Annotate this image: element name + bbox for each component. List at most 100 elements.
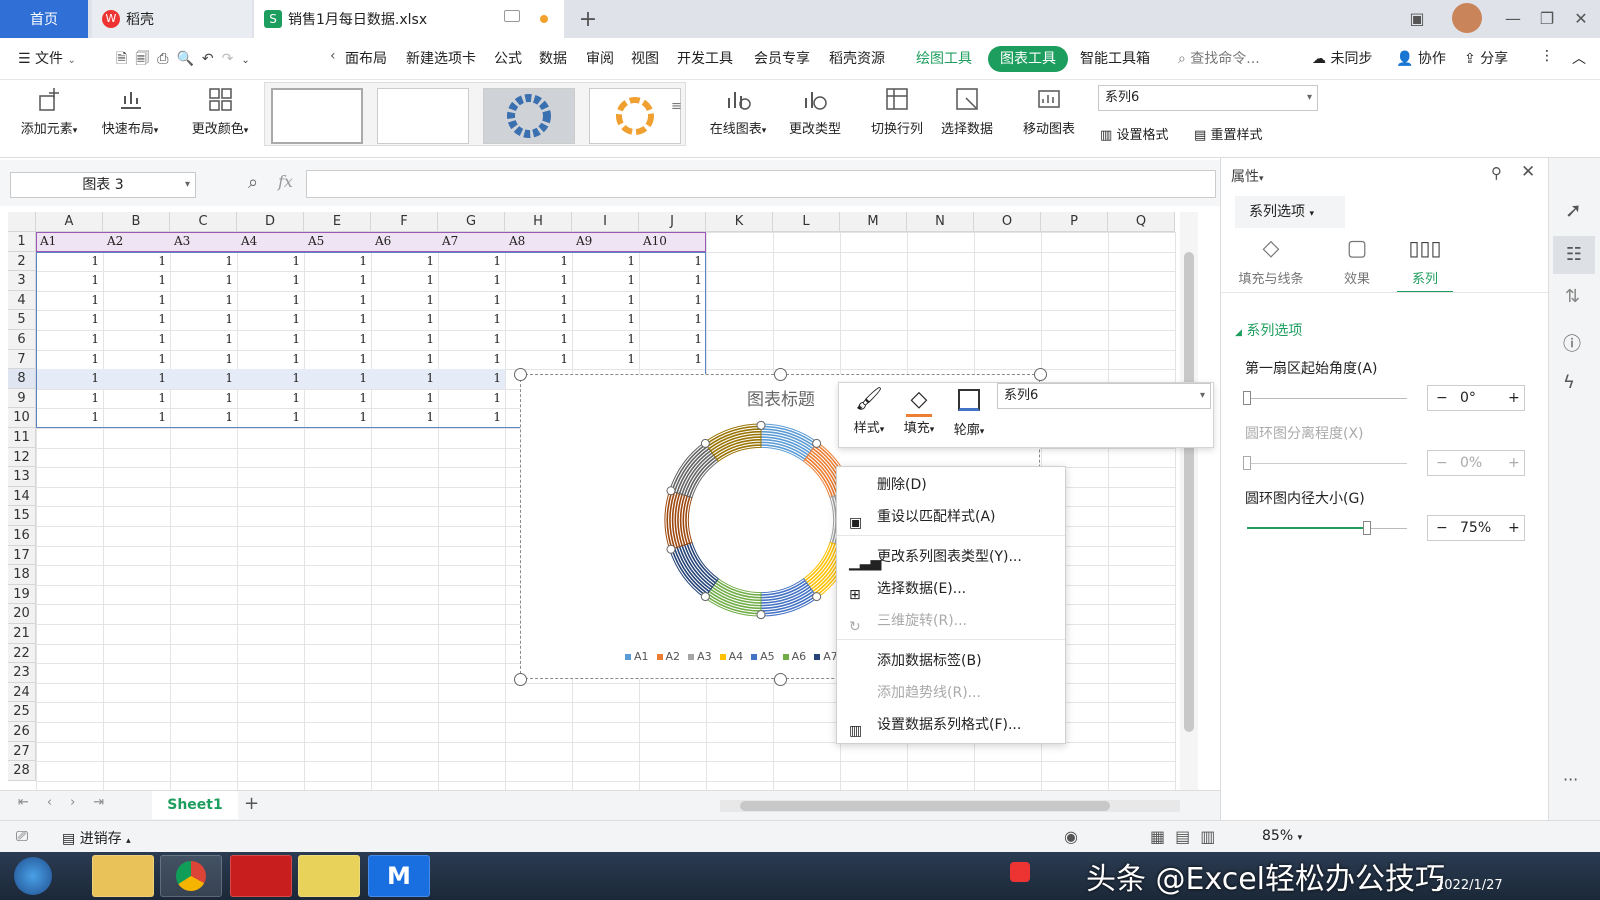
row-header-27[interactable]: 27: [8, 741, 36, 762]
series-selection-handle[interactable]: [666, 486, 676, 496]
row-header-24[interactable]: 24: [8, 682, 36, 703]
row-header-10[interactable]: 10: [8, 408, 36, 428]
column-header-Q[interactable]: Q: [1108, 212, 1175, 232]
move-chart-button[interactable]: 移动图表: [1016, 84, 1082, 137]
legend-item[interactable]: A5: [751, 650, 775, 663]
taskbar-explorer[interactable]: [92, 855, 154, 897]
row-header-13[interactable]: 13: [8, 467, 36, 487]
menu-item-page-layout[interactable]: 面布局: [345, 48, 387, 68]
doughnut-plot[interactable]: [661, 420, 861, 620]
series-options-section[interactable]: ◢ 系列选项: [1235, 320, 1302, 340]
tab-file[interactable]: S 销售1月每日数据.xlsx: [254, 0, 564, 38]
menu-item-smart-tools[interactable]: 智能工具箱: [1080, 48, 1150, 68]
row-header-19[interactable]: 19: [8, 584, 36, 605]
column-header-B[interactable]: B: [103, 212, 170, 232]
column-header-K[interactable]: K: [706, 212, 773, 232]
row-header-11[interactable]: 11: [8, 428, 36, 448]
search-command[interactable]: ⌕ 查找命令...: [1178, 48, 1260, 68]
online-chart-button[interactable]: 在线图表▾: [702, 84, 774, 137]
tab-daoke[interactable]: W 稻壳: [92, 0, 252, 38]
vertical-scroll-thumb[interactable]: [1184, 252, 1194, 732]
taskbar-date[interactable]: 2022/1/27: [1436, 878, 1503, 893]
series-selection-handle[interactable]: [756, 610, 766, 620]
column-header-C[interactable]: C: [170, 212, 237, 232]
select-cursor-icon[interactable]: ➚: [1565, 198, 1582, 222]
row-header-22[interactable]: 22: [8, 643, 36, 664]
sync-button[interactable]: ☁ 未同步: [1312, 48, 1372, 68]
chart-style-2[interactable]: [377, 88, 469, 144]
row-header-9[interactable]: 9: [8, 388, 36, 409]
menu-item-data[interactable]: 数据: [539, 48, 567, 68]
save-icon[interactable]: 🗎: [116, 51, 135, 67]
row-header-17[interactable]: 17: [8, 545, 36, 566]
share-button[interactable]: ⇪ 分享: [1464, 48, 1508, 68]
restore-icon[interactable]: ❐: [1532, 6, 1562, 32]
row-header-3[interactable]: 3: [8, 271, 36, 291]
row-header-25[interactable]: 25: [8, 702, 36, 722]
more-dots-icon[interactable]: ···: [1563, 770, 1578, 789]
start-button[interactable]: [14, 857, 52, 895]
print-icon[interactable]: ⎙: [157, 51, 176, 67]
increment-icon[interactable]: +: [1508, 386, 1520, 410]
close-icon[interactable]: ✕: [1521, 162, 1535, 182]
resize-handle-s[interactable]: [774, 673, 787, 686]
chart-style-4[interactable]: [589, 88, 681, 144]
reset-style-button[interactable]: ▤ 重置样式: [1194, 124, 1262, 143]
menu-item-chart-tools[interactable]: 图表工具: [988, 46, 1068, 72]
chart-style-3[interactable]: [483, 88, 575, 144]
export-icon[interactable]: 🗐: [135, 51, 157, 67]
column-header-H[interactable]: H: [505, 212, 572, 232]
vertical-scrollbar[interactable]: [1180, 212, 1198, 790]
series-selection-handle[interactable]: [666, 544, 676, 554]
menu-item-member[interactable]: 会员专享: [754, 48, 810, 68]
first-angle-value[interactable]: 0°: [1460, 386, 1476, 410]
legend-item[interactable]: A1: [625, 650, 649, 663]
decrement-icon[interactable]: −: [1436, 386, 1448, 410]
tab-fill-line[interactable]: ◇ 填充与线条: [1233, 236, 1309, 287]
series-selection-handle[interactable]: [700, 592, 710, 602]
close-icon[interactable]: ✕: [1566, 6, 1596, 32]
row-header-20[interactable]: 20: [8, 604, 36, 624]
decrement-icon[interactable]: −: [1436, 516, 1448, 540]
ctx-add-labels[interactable]: 添加数据标签(B): [837, 647, 1065, 675]
scroll-left-icon[interactable]: ‹: [330, 48, 336, 64]
horizontal-scroll-thumb[interactable]: [740, 801, 1110, 811]
column-header-N[interactable]: N: [907, 212, 974, 232]
horizontal-scrollbar[interactable]: [720, 800, 1180, 812]
zoom-level[interactable]: 85% ▾: [1262, 828, 1302, 844]
tray-wps-icon[interactable]: [1010, 862, 1030, 882]
gallery-more-icon[interactable]: ≡: [671, 99, 682, 114]
new-tab-button[interactable]: +: [572, 0, 604, 38]
legend-item[interactable]: A7: [814, 650, 838, 663]
column-header-I[interactable]: I: [572, 212, 639, 232]
resize-handle-nw[interactable]: [514, 368, 527, 381]
column-header-G[interactable]: G: [438, 212, 505, 232]
resize-handle-n[interactable]: [774, 368, 787, 381]
transform-icon[interactable]: ⇅: [1565, 286, 1580, 307]
row-header-6[interactable]: 6: [8, 330, 36, 350]
help-icon[interactable]: ⓘ: [1563, 330, 1581, 356]
add-element-button[interactable]: 添加元素▾: [14, 84, 84, 137]
quick-access-toolbar[interactable]: 🗎🗐⎙🔍↶↷⌄: [116, 48, 258, 72]
ctx-delete[interactable]: 删除(D): [837, 471, 1065, 499]
resize-handle-sw[interactable]: [514, 673, 527, 686]
properties-sliders-icon[interactable]: ☷: [1553, 236, 1595, 274]
series-selection-handle[interactable]: [756, 420, 766, 430]
first-angle-thumb[interactable]: [1243, 391, 1251, 405]
legend-item[interactable]: A2: [656, 650, 680, 663]
name-box[interactable]: 图表 3 ▾: [10, 172, 196, 198]
column-header-P[interactable]: P: [1041, 212, 1108, 232]
switch-rowcol-button[interactable]: 切换行列: [864, 84, 930, 137]
outline-button[interactable]: 轮廓▾: [947, 387, 991, 438]
resize-handle-ne[interactable]: [1034, 368, 1047, 381]
row-header-1[interactable]: 1: [8, 232, 36, 252]
hole-size-slider[interactable]: [1247, 521, 1407, 535]
set-format-button[interactable]: ▥ 设置格式: [1100, 124, 1168, 143]
minimize-icon[interactable]: —: [1498, 6, 1528, 32]
menu-item-draw-tools[interactable]: 绘图工具: [916, 48, 972, 68]
sheet-nav-icons[interactable]: ⇤‹›⇥: [18, 795, 122, 810]
tab-series[interactable]: ▯▯▯ 系列: [1397, 236, 1453, 293]
series-selection-handle[interactable]: [700, 438, 710, 448]
float-series-selector[interactable]: 系列6 ▾: [997, 383, 1211, 409]
pin-icon[interactable]: ⚲: [1491, 164, 1502, 182]
